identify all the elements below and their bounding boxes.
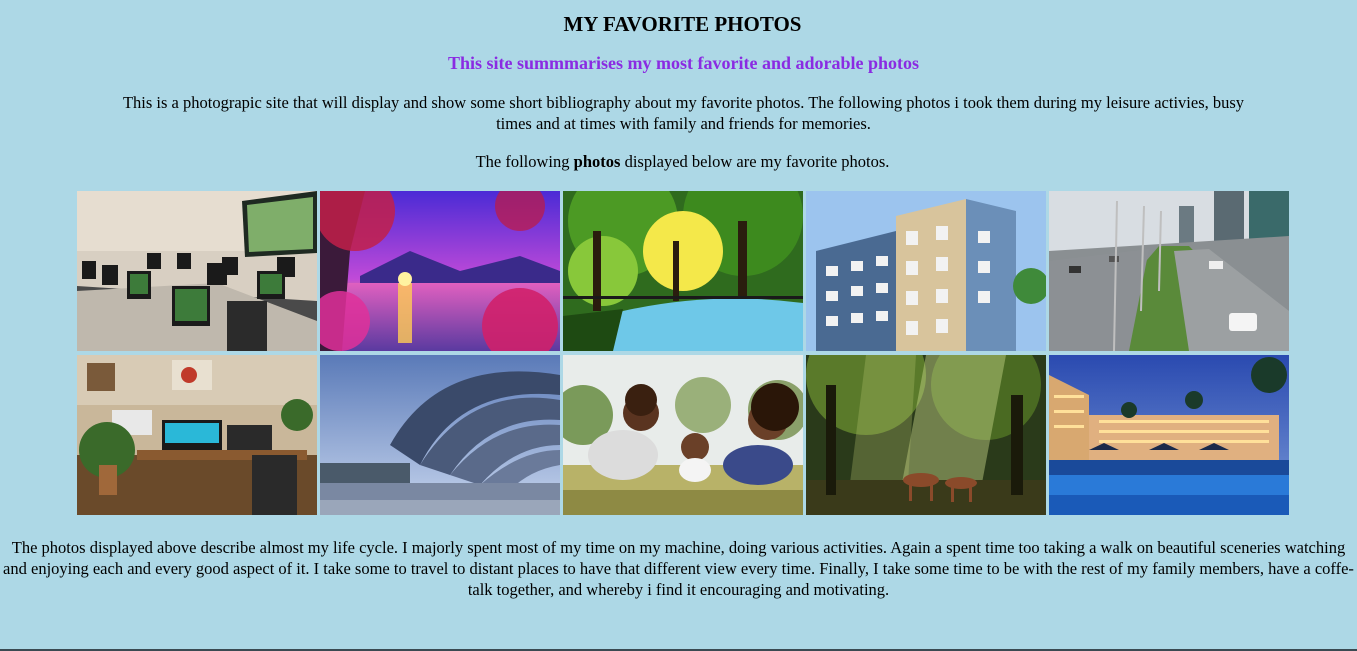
forest-deer-image [806,355,1046,515]
apartment-building-image [806,191,1046,351]
photo-sunset-lake [320,191,560,351]
family-grass-image [563,355,803,515]
photo-arch-architecture [320,355,560,515]
photo-gallery [77,191,1290,515]
gallery-caption-post: displayed below are my favorite photos. [620,152,890,171]
outro-paragraph: The photos displayed above describe almo… [3,538,1354,599]
intro-paragraph: This is a photograpic site that will dis… [122,93,1245,133]
photo-apartment-building [806,191,1046,351]
resort-pool-image [1049,355,1289,515]
computer-lab-image [77,191,317,351]
park-path-image [563,191,803,351]
photo-family-grass [563,355,803,515]
photo-park-path [563,191,803,351]
home-office-image [77,355,317,515]
city-highway-image [1049,191,1289,351]
sunset-lake-image [320,191,560,351]
arch-architecture-image [320,355,560,515]
photo-city-highway [1049,191,1289,351]
gallery-caption-bold: photos [573,152,621,171]
photo-forest-deer [806,355,1046,515]
page-title: MY FAVORITE PHOTOS [563,12,802,36]
photo-computer-lab [77,191,317,351]
photo-resort-pool [1049,355,1289,515]
photo-home-office [77,355,317,515]
gallery-caption-pre: The following [475,152,574,171]
page-subtitle: This site summmarises my most favorite a… [448,53,919,73]
gallery-caption: The following photos displayed below are… [0,152,1357,172]
